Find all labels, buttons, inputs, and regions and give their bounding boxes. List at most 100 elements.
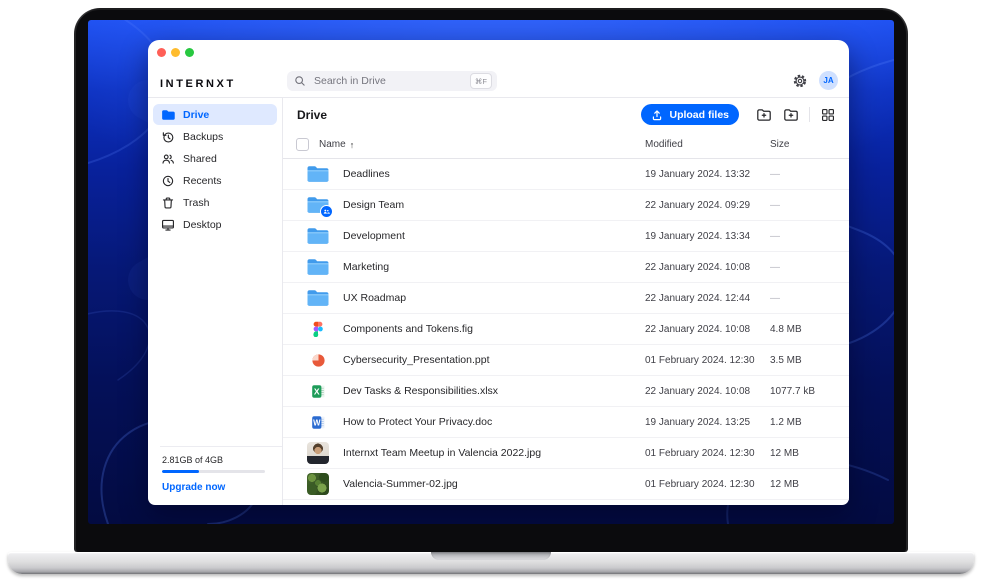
shared-icon bbox=[161, 152, 175, 166]
svg-text:W: W bbox=[313, 418, 321, 427]
window-header: INTERNXT ⌘F JA bbox=[148, 40, 849, 98]
sidebar-item-label: Trash bbox=[183, 197, 209, 209]
sidebar-item-label: Recents bbox=[183, 175, 222, 187]
sidebar-item-label: Drive bbox=[183, 109, 209, 121]
sidebar-item-desktop[interactable]: Desktop bbox=[153, 214, 277, 235]
close-button[interactable] bbox=[157, 48, 166, 57]
file-size: 4.8 MB bbox=[770, 324, 838, 335]
file-modified: 01 February 2024. 12:30 bbox=[645, 479, 770, 490]
file-modified: 01 February 2024. 12:30 bbox=[645, 355, 770, 366]
file-name: Internxt Team Meetup in Valencia 2022.jp… bbox=[343, 447, 645, 459]
table-row[interactable]: Marketing22 January 2024. 10:08— bbox=[283, 252, 849, 283]
page-title: Drive bbox=[297, 108, 327, 122]
traffic-lights bbox=[157, 48, 194, 57]
shared-users-badge bbox=[320, 205, 333, 218]
upload-folder-button[interactable] bbox=[754, 105, 774, 125]
sidebar: Drive Backups Shared Recents Trash Desktop 2.… bbox=[148, 98, 283, 505]
select-all-checkbox[interactable] bbox=[296, 138, 309, 151]
sidebar-item-backups[interactable]: Backups bbox=[153, 126, 277, 147]
upload-icon bbox=[651, 109, 663, 121]
file-size: 3.5 MB bbox=[770, 355, 838, 366]
table-header: Name ↑ Modified Size bbox=[283, 131, 849, 159]
file-size: 12 MB bbox=[770, 479, 838, 490]
table-row[interactable]: Internxt Team Meetup in Valencia 2022.jp… bbox=[283, 438, 849, 469]
laptop-base-notch bbox=[431, 552, 551, 560]
table-row[interactable]: UX Roadmap22 January 2024. 12:44— bbox=[283, 283, 849, 314]
upload-files-button[interactable]: Upload files bbox=[641, 104, 739, 125]
search-bar[interactable]: ⌘F bbox=[287, 71, 497, 91]
sidebar-item-recents[interactable]: Recents bbox=[153, 170, 277, 191]
trash-icon bbox=[161, 196, 175, 210]
table-row[interactable]: Development19 January 2024. 13:34— bbox=[283, 221, 849, 252]
folder-icon bbox=[161, 108, 175, 122]
grid-view-button[interactable] bbox=[818, 105, 838, 125]
photo-person-icon bbox=[305, 442, 331, 464]
grid-view-icon bbox=[821, 108, 835, 122]
backups-icon bbox=[161, 130, 175, 144]
sidebar-item-shared[interactable]: Shared bbox=[153, 148, 277, 169]
file-name: Valencia-Summer-02.jpg bbox=[343, 478, 645, 490]
file-modified: 22 January 2024. 10:08 bbox=[645, 386, 770, 397]
table-row[interactable]: Deadlines19 January 2024. 13:32— bbox=[283, 159, 849, 190]
table-row[interactable]: Design Team22 January 2024. 09:29— bbox=[283, 190, 849, 221]
column-header-name[interactable]: Name bbox=[319, 139, 346, 150]
file-name: Deadlines bbox=[343, 168, 645, 180]
folder-icon bbox=[305, 164, 331, 184]
file-name: Components and Tokens.fig bbox=[343, 323, 645, 335]
gear-icon bbox=[792, 73, 808, 89]
photo-plants-icon bbox=[305, 473, 331, 495]
folder-shared-icon bbox=[305, 195, 331, 215]
file-name: How to Protect Your Privacy.doc bbox=[343, 416, 645, 428]
table-row[interactable]: X Dev Tasks & Responsibilities.xlsx22 Jan… bbox=[283, 376, 849, 407]
table-row[interactable]: Valencia-Summer-02.jpg01 February 2024. … bbox=[283, 469, 849, 500]
folder-icon bbox=[305, 288, 331, 308]
laptop-mockup: INTERNXT ⌘F JA bbox=[0, 0, 982, 582]
figma-icon bbox=[305, 321, 331, 337]
storage-section: 2.81GB of 4GB Upgrade now bbox=[160, 446, 282, 505]
file-modified: 19 January 2024. 13:34 bbox=[645, 231, 770, 242]
file-size: — bbox=[770, 200, 838, 211]
search-input[interactable] bbox=[312, 74, 470, 88]
svg-text:X: X bbox=[313, 386, 319, 396]
file-size: — bbox=[770, 169, 838, 180]
file-modified: 22 January 2024. 12:44 bbox=[645, 293, 770, 304]
excel-icon: X bbox=[305, 384, 331, 399]
folder-icon bbox=[305, 226, 331, 246]
file-size: 12 MB bbox=[770, 448, 838, 459]
file-size: — bbox=[770, 231, 838, 242]
sidebar-item-trash[interactable]: Trash bbox=[153, 192, 277, 213]
sidebar-item-drive[interactable]: Drive bbox=[153, 104, 277, 125]
file-modified: 19 January 2024. 13:25 bbox=[645, 417, 770, 428]
table-row[interactable]: W How to Protect Your Privacy.doc19 Janua… bbox=[283, 407, 849, 438]
table-row[interactable]: Components and Tokens.fig22 January 2024… bbox=[283, 314, 849, 345]
file-size: 1077.7 kB bbox=[770, 386, 838, 397]
column-header-size[interactable]: Size bbox=[770, 139, 838, 150]
upgrade-link[interactable]: Upgrade now bbox=[162, 482, 265, 493]
file-name: Cybersecurity_Presentation.ppt bbox=[343, 354, 645, 366]
table-row[interactable]: Cybersecurity_Presentation.ppt01 Februar… bbox=[283, 345, 849, 376]
minimize-button[interactable] bbox=[171, 48, 180, 57]
file-size: 1.2 MB bbox=[770, 417, 838, 428]
search-shortcut-badge: ⌘F bbox=[470, 73, 492, 89]
user-avatar[interactable]: JA bbox=[819, 71, 838, 90]
powerpoint-icon bbox=[305, 353, 331, 368]
file-name: Dev Tasks & Responsibilities.xlsx bbox=[343, 385, 645, 397]
file-name: Marketing bbox=[343, 261, 645, 273]
create-folder-button[interactable] bbox=[781, 105, 801, 125]
file-name: Development bbox=[343, 230, 645, 242]
storage-progressbar bbox=[162, 470, 265, 473]
file-size: — bbox=[770, 262, 838, 273]
sidebar-nav: Drive Backups Shared Recents Trash Desktop bbox=[148, 98, 282, 236]
create-folder-icon bbox=[783, 107, 799, 123]
sidebar-item-label: Backups bbox=[183, 131, 223, 143]
zoom-button[interactable] bbox=[185, 48, 194, 57]
column-header-modified[interactable]: Modified bbox=[645, 139, 770, 150]
file-name: UX Roadmap bbox=[343, 292, 645, 304]
file-modified: 01 February 2024. 12:30 bbox=[645, 448, 770, 459]
settings-button[interactable] bbox=[792, 73, 808, 89]
word-icon: W bbox=[305, 415, 331, 430]
laptop-base bbox=[8, 552, 974, 574]
file-size: — bbox=[770, 293, 838, 304]
sidebar-item-label: Shared bbox=[183, 153, 217, 165]
toolbar-actions: Upload files bbox=[641, 104, 838, 125]
